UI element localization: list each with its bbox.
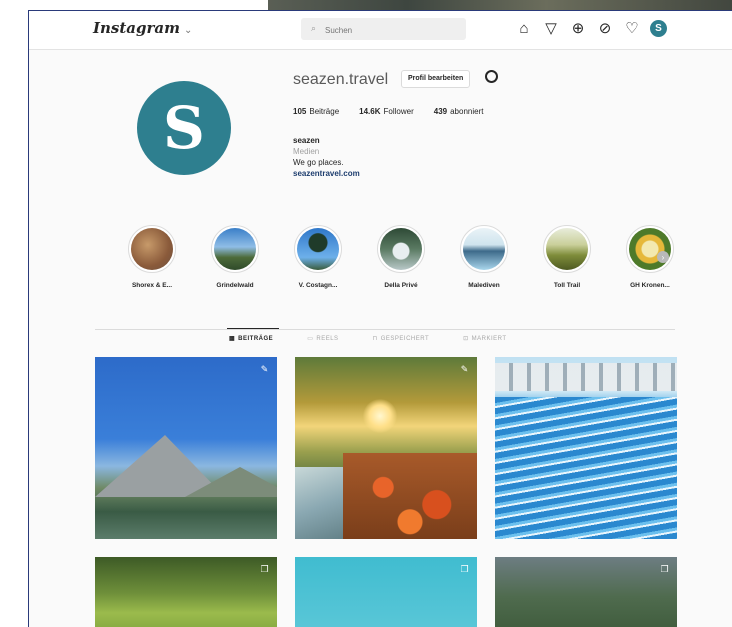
reels-icon: ▭ <box>307 336 314 342</box>
stat-following[interactable]: 439 abonniert <box>434 107 484 116</box>
search-box[interactable]: ⌕ <box>301 18 466 40</box>
highlight-label: Grindelwald <box>216 282 254 289</box>
direct-icon[interactable]: ▽ <box>542 19 560 37</box>
profile-stats: 105 Beiträge 14.6K Follower 439 abonniert <box>293 107 483 116</box>
activity-icon[interactable]: ♡ <box>623 19 641 37</box>
tab-saved[interactable]: ⊓ GESPEICHERT <box>372 335 430 343</box>
post-thumbnail[interactable]: ❐ <box>95 557 277 627</box>
highlight-cover[interactable] <box>377 225 425 273</box>
highlight-item[interactable]: Shorex & E... <box>121 225 183 289</box>
highlight-item[interactable]: GH Kronen... <box>619 225 681 289</box>
profile-tabs: ▦ BEITRÄGE ▭ REELS ⊓ GESPEICHERT ⊡ MARKIERT <box>229 335 507 343</box>
pool-waves <box>495 397 677 539</box>
profile-avatar[interactable]: S <box>650 20 667 37</box>
new-post-icon[interactable]: ⊕ <box>569 19 587 37</box>
grid-icon: ▦ <box>229 336 236 342</box>
instagram-logo[interactable]: Instagram ⌄ <box>93 19 192 37</box>
highlight-label: Malediven <box>468 282 500 289</box>
sun-glow <box>363 399 397 433</box>
nav-icons: ⌂ ▽ ⊕ ⊘ ♡ S <box>515 19 667 41</box>
bio-name: seazen <box>293 136 320 145</box>
post-thumbnail[interactable]: ❐ <box>295 557 477 627</box>
highlight-item[interactable]: Grindelwald <box>204 225 266 289</box>
home-icon[interactable]: ⌂ <box>515 19 533 37</box>
bio-link[interactable]: seazentravel.com <box>293 168 360 179</box>
highlight-cover[interactable] <box>211 225 259 273</box>
highlight-label: V. Costagn... <box>298 282 338 289</box>
bookmark-icon: ⊓ <box>372 336 378 342</box>
tag-icon: ⊡ <box>463 336 469 342</box>
arches-shape <box>495 363 677 391</box>
stat-followers[interactable]: 14.6K Follower <box>359 107 414 116</box>
active-tab-indicator <box>227 328 279 329</box>
pin-icon: ✎ <box>260 364 269 374</box>
highlight-cover[interactable] <box>460 225 508 273</box>
story-highlights: Shorex & E... Grindelwald V. Costagn... … <box>121 225 681 289</box>
highlight-item[interactable]: V. Costagn... <box>287 225 349 289</box>
stat-posts: 105 Beiträge <box>293 107 340 116</box>
tab-tagged[interactable]: ⊡ MARKIERT <box>463 335 506 343</box>
highlight-item[interactable]: Toll Trail <box>536 225 598 289</box>
flowers-shape <box>343 453 477 539</box>
highlight-label: GH Kronen... <box>630 282 670 289</box>
posts-grid: ✎ ✎ ❐ ❐ ❐ <box>95 357 677 627</box>
tab-posts[interactable]: ▦ BEITRÄGE <box>229 335 273 343</box>
highlight-cover[interactable] <box>543 225 591 273</box>
post-thumbnail[interactable]: ✎ <box>95 357 277 539</box>
chevron-down-icon[interactable]: ⌄ <box>184 25 192 36</box>
post-thumbnail[interactable]: ✎ <box>295 357 477 539</box>
search-icon: ⌕ <box>311 23 317 33</box>
profile-username: seazen.travel <box>293 71 389 88</box>
profile-bio: seazen Medien We go places. seazentravel… <box>293 135 360 179</box>
highlight-cover[interactable] <box>626 225 674 273</box>
chevron-right-icon[interactable]: › <box>657 251 669 263</box>
tab-reels[interactable]: ▭ REELS <box>307 335 338 343</box>
page-margin <box>0 0 28 626</box>
tabs-divider <box>95 329 675 330</box>
bio-text: We go places. <box>293 158 344 167</box>
highlight-item[interactable]: Della Privé <box>370 225 432 289</box>
carousel-icon: ❐ <box>460 564 469 574</box>
top-navigation-bar: Instagram⌄ ⌕ ⌂ ▽ ⊕ ⊘ ♡ S <box>29 11 732 50</box>
search-input[interactable] <box>323 21 457 39</box>
highlight-label: Shorex & E... <box>131 282 173 289</box>
carousel-icon: ❐ <box>260 564 269 574</box>
profile-avatar-large[interactable]: S <box>137 81 231 175</box>
highlight-label: Della Privé <box>384 282 418 289</box>
settings-icon[interactable] <box>485 70 498 83</box>
highlight-label: Toll Trail <box>553 282 581 289</box>
highlight-cover[interactable] <box>128 225 176 273</box>
carousel-icon: ❐ <box>660 564 669 574</box>
bio-category: Medien <box>293 147 320 156</box>
post-thumbnail[interactable] <box>495 357 677 539</box>
pin-icon: ✎ <box>460 364 469 374</box>
browser-window: Instagram⌄ ⌕ ⌂ ▽ ⊕ ⊘ ♡ S S seazen.travel… <box>28 10 732 627</box>
highlight-item[interactable]: Malediven <box>453 225 515 289</box>
post-thumbnail[interactable]: ❐ <box>495 557 677 627</box>
explore-icon[interactable]: ⊘ <box>596 19 614 37</box>
edit-profile-button[interactable]: Profil bearbeiten <box>401 70 471 88</box>
highlight-cover[interactable] <box>294 225 342 273</box>
hill-shape <box>185 467 277 497</box>
